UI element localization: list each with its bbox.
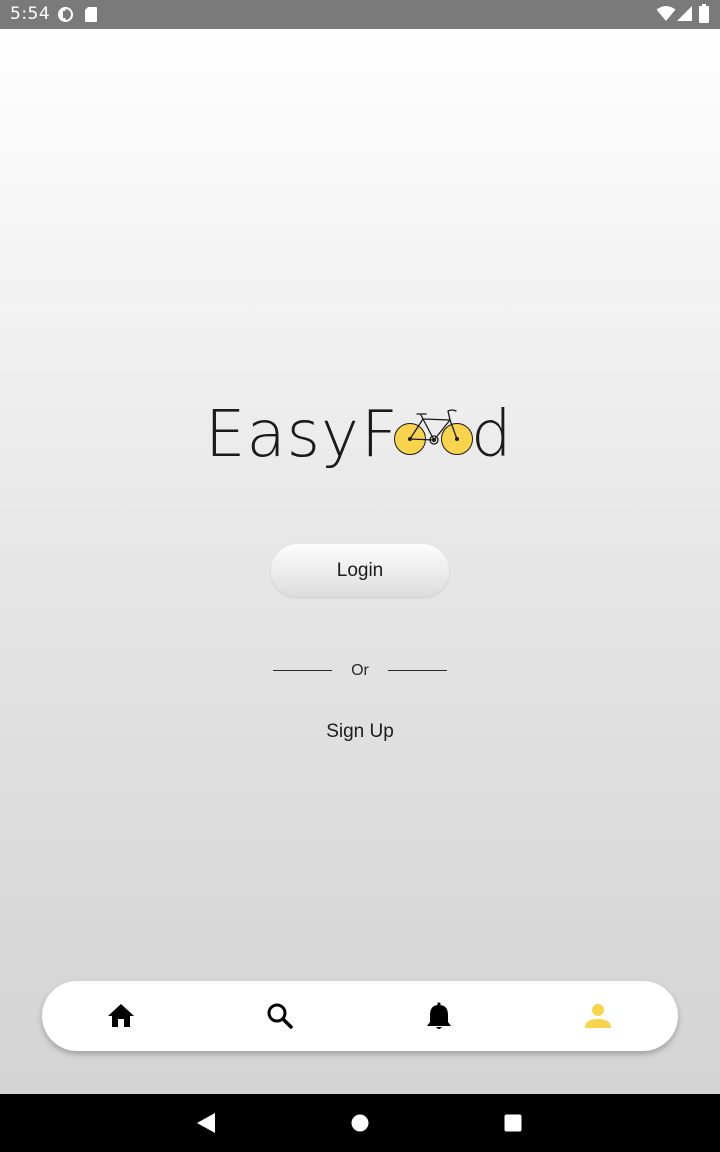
bottom-tab-bar xyxy=(42,981,678,1051)
bicycle-logo-icon xyxy=(394,409,473,455)
app-logo: Easy F d xyxy=(205,399,515,471)
tab-home[interactable] xyxy=(81,981,161,1051)
cell-signal-icon xyxy=(677,6,692,21)
data-saver-icon xyxy=(58,7,73,22)
status-time: 5:54 xyxy=(10,4,51,24)
tab-search[interactable] xyxy=(240,981,320,1051)
login-button[interactable]: Login xyxy=(271,544,449,597)
divider-or-text: Or xyxy=(351,662,369,679)
tab-notifications[interactable] xyxy=(399,981,479,1051)
home-icon xyxy=(108,1004,134,1027)
divider-line-left xyxy=(273,670,332,671)
system-nav-bar xyxy=(0,1094,720,1152)
logo-text-d: d xyxy=(471,398,513,472)
main-content: Easy F d Login Or Sign Up xyxy=(0,29,720,1094)
home-circle-icon xyxy=(351,1114,369,1132)
nav-home-button[interactable] xyxy=(330,1094,390,1152)
nav-back-button[interactable] xyxy=(176,1094,236,1152)
bell-icon xyxy=(427,1002,451,1029)
status-bar: 5:54 xyxy=(0,0,720,29)
wifi-icon xyxy=(656,6,676,21)
sd-card-icon xyxy=(85,7,97,22)
recents-icon xyxy=(504,1114,522,1132)
nav-recents-button[interactable] xyxy=(483,1094,543,1152)
search-icon xyxy=(267,1003,293,1029)
tab-profile[interactable] xyxy=(558,981,638,1051)
divider-line-right xyxy=(388,670,447,671)
logo-text-easy: Easy xyxy=(205,398,360,472)
back-icon xyxy=(197,1113,215,1133)
signup-link[interactable]: Sign Up xyxy=(300,721,420,743)
battery-icon xyxy=(699,4,709,23)
person-icon xyxy=(585,1004,611,1028)
screen: 5:54 Easy F d Login Or Sign Up xyxy=(0,0,720,1152)
